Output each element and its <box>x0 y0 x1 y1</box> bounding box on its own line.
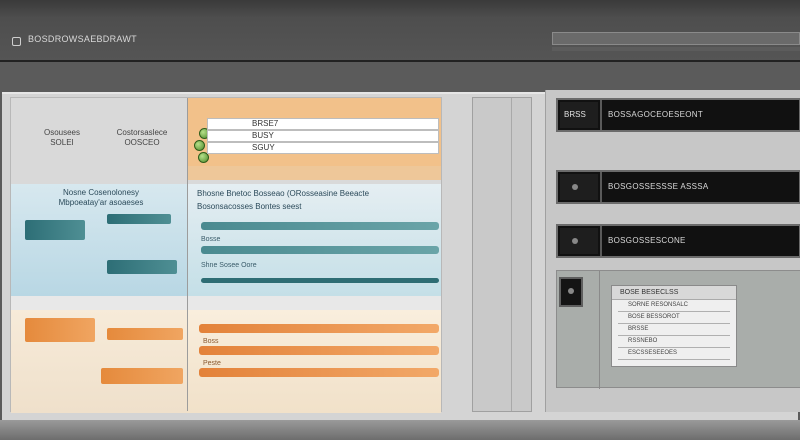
splitter-line <box>511 98 512 411</box>
orange-swatch <box>101 368 183 384</box>
row-label: Peste <box>203 360 221 367</box>
section-title: Nosne Cosenolonesy Mbpoeatay'ar asoaeses <box>58 188 144 207</box>
section-subheading: Bosonsacosses Bontes seest <box>197 202 302 211</box>
form-field-1[interactable]: BRSE7 <box>207 118 439 130</box>
title-accent-bar <box>552 47 800 51</box>
form-field-2[interactable]: BUSY <box>207 130 439 142</box>
dialog-line[interactable]: BOSE BESSOROT <box>618 314 730 324</box>
teal-bar <box>201 222 439 230</box>
item-label: BOSSAGOCEOESEONT <box>608 110 704 119</box>
app-icon <box>12 37 21 46</box>
item-label: BOSGOSSESCONE <box>608 236 686 245</box>
right-list-item-1[interactable]: BRSS BOSSAGOCEOESEONT <box>556 98 800 132</box>
orange-swatch <box>107 328 183 340</box>
bullet-icon <box>572 184 578 190</box>
form-header-stripe <box>187 166 441 180</box>
item-separator <box>600 172 602 202</box>
right-panel: BRSS BOSSAGOCEOESEONT BOSGOSSESSSE ASSSA… <box>545 90 800 412</box>
row-label: Bosse <box>201 236 221 243</box>
form-field-3[interactable]: SGUY <box>207 142 439 154</box>
teal-progress-bar <box>201 278 439 283</box>
item-thumbnail <box>560 174 598 200</box>
column-divider <box>187 98 188 411</box>
item-tag: BRSS <box>564 110 586 119</box>
item-separator <box>600 226 602 256</box>
right-list-item-2[interactable]: BOSGOSSESSSE ASSSA <box>556 170 800 204</box>
dialog-line[interactable]: RSSNEBO <box>618 338 730 348</box>
row-label: Boss <box>203 338 219 345</box>
status-dot-icon[interactable] <box>194 140 205 151</box>
item-thumbnail <box>560 228 598 254</box>
dialog-line[interactable]: ESCSSESEEOES <box>618 350 730 360</box>
orange-section: Boss Peste <box>11 310 441 413</box>
title-search-slot[interactable] <box>552 32 800 45</box>
dialog-divider <box>599 271 600 389</box>
teal-swatch <box>107 260 177 274</box>
item-separator <box>600 100 602 130</box>
dialog-thumbnail[interactable] <box>559 277 583 307</box>
teal-swatch <box>107 214 171 224</box>
column-header-1: Osousees SOLEI <box>43 128 81 147</box>
teal-bar <box>201 246 439 254</box>
item-label: BOSGOSSESSSE ASSSA <box>608 182 709 191</box>
header-band: Osousees SOLEI Costorsaslece OOSCEO BRSE… <box>11 98 441 184</box>
bullet-icon <box>572 238 578 244</box>
row-label: Shne Sosee Oore <box>201 262 257 269</box>
title-bar: BOSDROWSAEBDRAWT <box>0 0 800 62</box>
dialog-title: BOSE BESECLSS <box>612 286 736 300</box>
orange-bar <box>199 346 439 355</box>
bullet-icon <box>568 288 574 294</box>
dialog-line[interactable]: SORNE RESONSALC <box>618 302 730 312</box>
teal-section: Nosne Cosenolonesy Mbpoeatay'ar asoaeses… <box>11 184 441 296</box>
orange-bar <box>199 324 439 333</box>
dialog-container: BOSE BESECLSS SORNE RESONSALC BOSE BESSO… <box>556 270 800 389</box>
splitter-column[interactable] <box>472 97 532 412</box>
column-header-2: Costorsaslece OOSCEO <box>116 128 168 147</box>
left-data-panel: Osousees SOLEI Costorsaslece OOSCEO BRSE… <box>10 97 442 413</box>
bottom-frame <box>0 420 800 440</box>
right-list-item-3[interactable]: BOSGOSSESCONE <box>556 224 800 258</box>
teal-swatch <box>25 220 85 240</box>
window-title: BOSDROWSAEBDRAWT <box>28 34 137 44</box>
popup-dialog[interactable]: BOSE BESECLSS SORNE RESONSALC BOSE BESSO… <box>611 285 737 367</box>
orange-bar <box>199 368 439 377</box>
orange-swatch <box>25 318 95 342</box>
section-heading: Bhosne Bnetoc Bosseao (ORosseasine Beeac… <box>197 189 370 198</box>
dialog-line[interactable]: BRSSE <box>618 326 730 336</box>
